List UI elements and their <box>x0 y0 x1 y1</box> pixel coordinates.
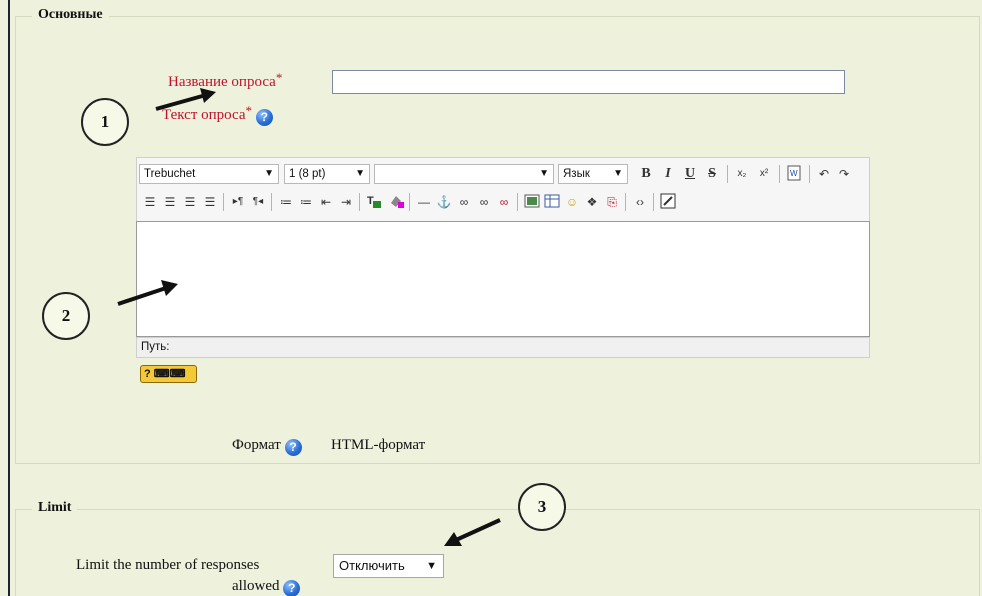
survey-name-input[interactable] <box>332 70 845 94</box>
bold-icon[interactable]: B <box>637 165 655 183</box>
limit-legend: Limit <box>32 500 78 516</box>
chevron-down-icon: ▼ <box>539 168 549 179</box>
align-center-icon[interactable]: ☰ <box>161 193 179 211</box>
fullscreen-icon[interactable] <box>659 193 677 211</box>
chevron-down-icon: ▼ <box>613 168 623 179</box>
toolbar-separator <box>409 193 410 211</box>
italic-icon[interactable]: I <box>659 165 677 183</box>
nolink-icon[interactable]: ∞ <box>495 193 513 211</box>
toolbar-separator <box>625 193 626 211</box>
toolbar-separator <box>359 193 360 211</box>
editor-content-area[interactable] <box>136 221 870 337</box>
limit-responses-label-text: allowed <box>232 578 280 594</box>
callout-2: 2 <box>42 292 90 340</box>
search-replace-icon[interactable]: ⎘ <box>603 193 621 211</box>
toolbar-separator <box>779 165 780 183</box>
editor-status-bar: Путь: <box>136 337 870 358</box>
special-char-icon[interactable]: ❖ <box>583 193 601 211</box>
chevron-down-icon: ▼ <box>355 168 365 179</box>
limit-responses-value: Отключить <box>339 558 405 573</box>
paste-word-icon[interactable]: W <box>785 165 803 183</box>
arrow-icon <box>155 88 216 111</box>
align-right-icon[interactable]: ☰ <box>181 193 199 211</box>
align-justify-icon[interactable]: ☰ <box>201 193 219 211</box>
link-icon[interactable]: ∞ <box>455 193 473 211</box>
editor-toolbar: Trebuchet ▼ 1 (8 pt) ▼ ▼ Язык ▼ B I U S x₂ … <box>136 157 870 221</box>
unordered-list-icon[interactable]: ≔ <box>297 193 315 211</box>
image-icon[interactable] <box>523 193 541 211</box>
rtl-icon[interactable]: ¶◂ <box>249 193 267 211</box>
table-icon[interactable] <box>543 193 561 211</box>
text-color-icon[interactable]: T <box>365 193 383 211</box>
required-mark: * <box>245 103 253 118</box>
toolbar-separator <box>271 193 272 211</box>
toolbar-separator <box>727 165 728 183</box>
required-mark: * <box>275 70 283 85</box>
anchor-icon[interactable]: ⚓ <box>435 193 453 211</box>
font-size-value: 1 (8 pt) <box>289 168 326 180</box>
background-color-icon[interactable] <box>387 193 405 211</box>
font-family-value: Trebuchet <box>144 168 196 180</box>
font-size-select[interactable]: 1 (8 pt) ▼ <box>284 164 370 184</box>
ltr-icon[interactable]: ▸¶ <box>229 193 247 211</box>
limit-responses-select[interactable]: Отключить ▼ <box>333 554 444 578</box>
underline-icon[interactable]: U <box>681 165 699 183</box>
limit-responses-label-line2: allowed ? <box>232 578 301 596</box>
callout-3: 3 <box>518 483 566 531</box>
align-left-icon[interactable]: ☰ <box>141 193 159 211</box>
format-label-text: Формат <box>232 437 281 453</box>
smiley-icon[interactable]: ☺ <box>563 193 581 211</box>
redo-icon[interactable]: ↷ <box>835 165 853 183</box>
undo-icon[interactable]: ↶ <box>815 165 833 183</box>
unlink-icon[interactable]: ∞ <box>475 193 493 211</box>
callout-1: 1 <box>81 98 129 146</box>
html-source-icon[interactable]: ‹› <box>631 193 649 211</box>
strikethrough-icon[interactable]: S <box>703 165 721 183</box>
keyboard-help-icon[interactable]: ? ⌨⌨ <box>140 365 197 383</box>
help-icon[interactable]: ? <box>283 580 301 596</box>
superscript-icon[interactable]: x² <box>755 165 773 183</box>
language-select[interactable]: Язык ▼ <box>558 164 628 184</box>
horizontal-rule-icon[interactable]: — <box>415 193 433 211</box>
subscript-icon[interactable]: x₂ <box>733 165 751 183</box>
limit-responses-label: Limit the number of responses <box>76 557 260 573</box>
outdent-icon[interactable]: ⇤ <box>317 193 335 211</box>
arrow-icon <box>444 518 501 546</box>
toolbar-separator <box>653 193 654 211</box>
svg-text:T: T <box>367 195 374 207</box>
html-editor: Trebuchet ▼ 1 (8 pt) ▼ ▼ Язык ▼ B I U S x₂ … <box>136 157 870 358</box>
toolbar-separator <box>517 193 518 211</box>
arrow-icon <box>117 280 178 306</box>
format-value: HTML-формат <box>331 437 426 453</box>
format-label: Формат ? <box>232 437 302 456</box>
help-icon[interactable]: ? <box>255 109 273 126</box>
toolbar-separator <box>223 193 224 211</box>
font-family-select[interactable]: Trebuchet ▼ <box>139 164 279 184</box>
language-value: Язык <box>563 168 590 180</box>
toolbar-separator <box>809 165 810 183</box>
style-select[interactable]: ▼ <box>374 164 554 184</box>
editor-path-label: Путь: <box>141 341 170 353</box>
chevron-down-icon: ▼ <box>426 560 437 572</box>
help-icon[interactable]: ? <box>284 439 302 456</box>
ordered-list-icon[interactable]: ≔ <box>277 193 295 211</box>
general-legend: Основные <box>32 7 109 23</box>
chevron-down-icon: ▼ <box>264 168 274 179</box>
indent-icon[interactable]: ⇥ <box>337 193 355 211</box>
svg-text:W: W <box>790 169 798 178</box>
